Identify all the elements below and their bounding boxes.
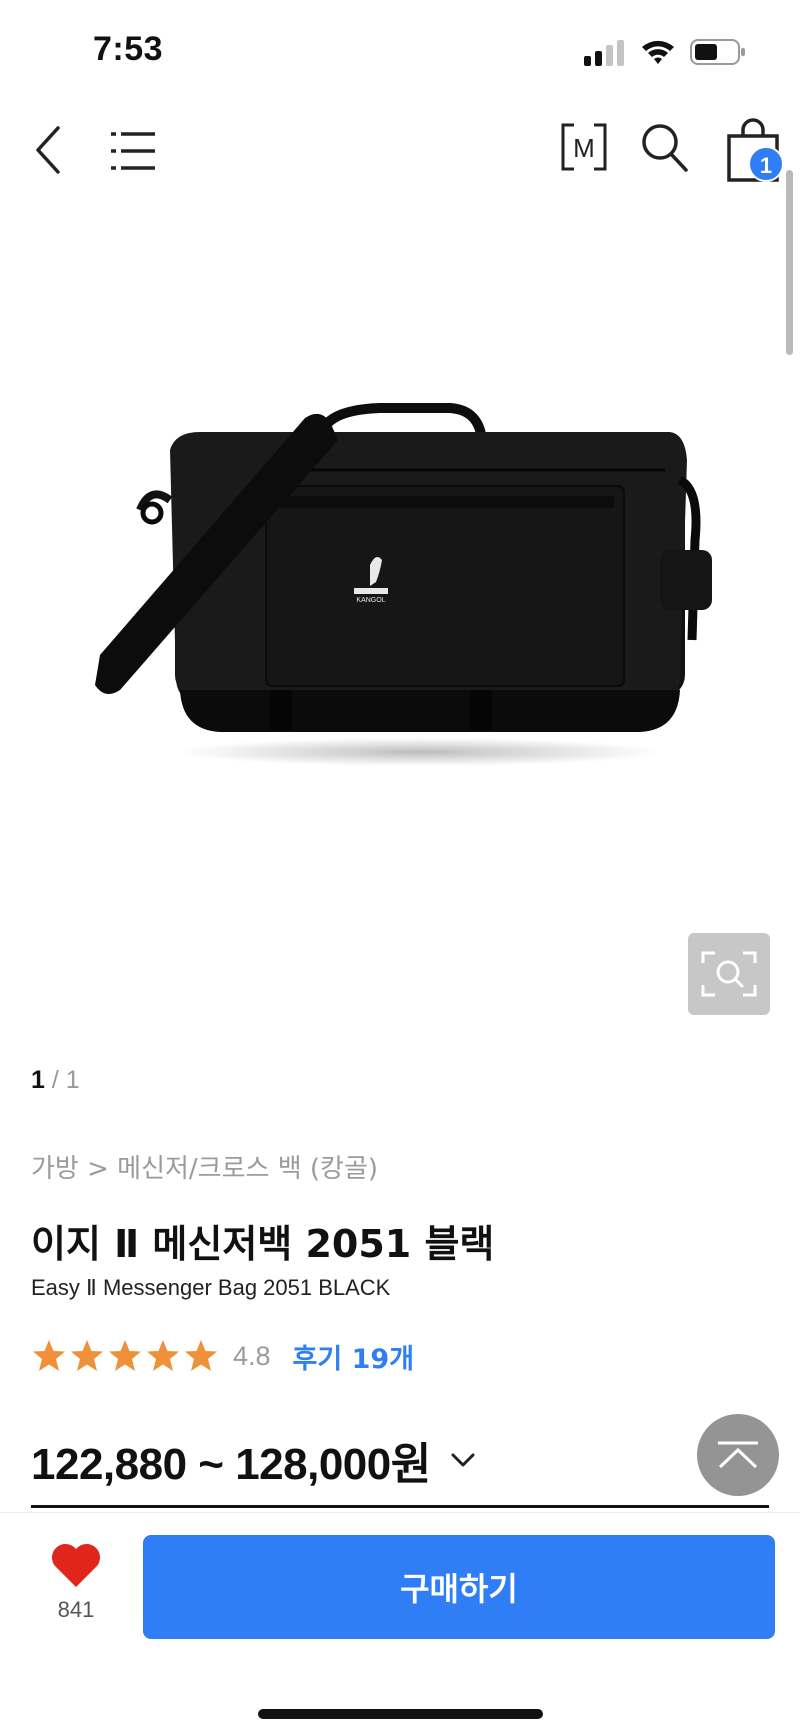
bottom-action-bar: 841 구매하기 — [0, 1512, 800, 1731]
status-bar: 7:53 — [0, 0, 800, 100]
star-icon — [33, 1340, 65, 1371]
heart-icon — [51, 1543, 101, 1587]
price-divider — [31, 1505, 769, 1508]
scroll-top-icon — [718, 1441, 758, 1469]
status-time: 7:53 — [93, 30, 164, 68]
star-icon — [147, 1340, 179, 1371]
back-arrow-icon[interactable] — [30, 122, 70, 178]
signal-icon — [584, 40, 624, 66]
star-icon — [185, 1340, 217, 1371]
cart-count-badge: 1 — [748, 146, 784, 182]
product-image[interactable]: KANGOL — [80, 390, 720, 770]
menu-list-icon[interactable] — [108, 126, 158, 176]
like-count: 841 — [57, 1597, 95, 1622]
current-page: 1 — [31, 1066, 45, 1094]
buy-button[interactable]: 구매하기 — [143, 1535, 775, 1639]
chevron-down-icon[interactable] — [449, 1450, 477, 1470]
m-membership-icon[interactable]: M — [560, 122, 608, 172]
home-indicator — [258, 1709, 543, 1719]
product-subtitle: Easy Ⅱ Messenger Bag 2051 BLACK — [31, 1275, 391, 1300]
like-button[interactable]: 841 — [42, 1541, 110, 1641]
zoom-search-icon — [701, 951, 757, 997]
category-breadcrumb[interactable]: 가방 > 메신저/크로스 백 (캉골) — [31, 1148, 378, 1185]
wifi-icon — [642, 40, 674, 64]
top-nav-bar: M — [0, 110, 800, 190]
search-icon[interactable] — [640, 122, 690, 174]
rating-row: 4.8 후기 19개 — [31, 1336, 414, 1376]
price-row[interactable]: 122,880 ~ 128,000원 — [31, 1430, 477, 1490]
scroll-top-button[interactable] — [697, 1414, 779, 1496]
total-pages: 1 — [65, 1066, 80, 1094]
review-link[interactable]: 후기 19개 — [293, 1337, 415, 1376]
battery-icon — [690, 39, 745, 65]
page-separator: / — [44, 1066, 66, 1094]
product-title: 이지 Ⅱ 메신저백 2051 블랙 — [31, 1222, 495, 1266]
image-page-indicator: 1 / 1 — [31, 1066, 80, 1095]
star-icon — [109, 1340, 141, 1371]
scrollbar[interactable] — [786, 170, 793, 355]
m-label: M — [573, 133, 595, 163]
price-range: 122,880 ~ 128,000원 — [31, 1428, 431, 1492]
rating-stars — [31, 1338, 219, 1374]
brand-logo-text: KANGOL — [356, 597, 385, 604]
price-value: 122,880 ~ 128,000 — [31, 1440, 391, 1489]
star-icon — [71, 1340, 103, 1371]
zoom-button[interactable] — [688, 933, 770, 1015]
rating-value: 4.8 — [233, 1340, 271, 1371]
price-currency: 원 — [390, 1439, 431, 1490]
